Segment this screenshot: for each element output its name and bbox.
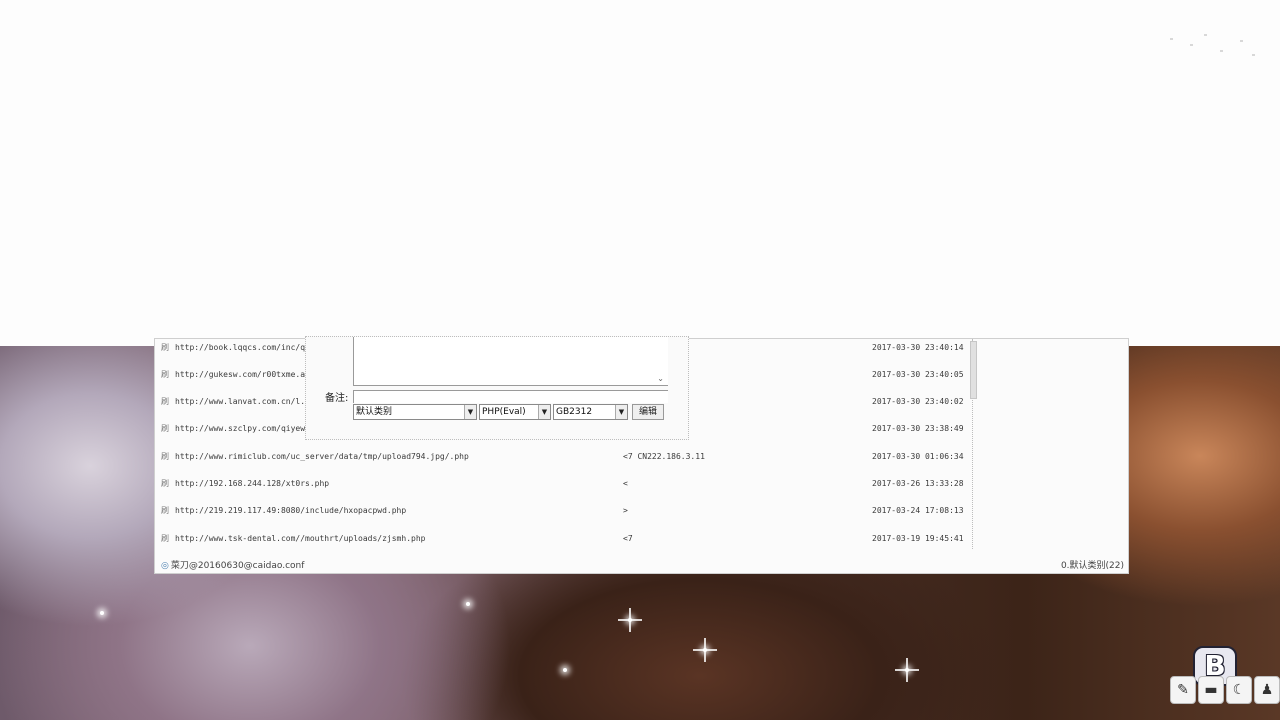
shell-url: http://book.lqqcs.com/inc/qxm: [175, 343, 315, 352]
shell-time: 2017-03-30 23:40:02: [872, 397, 964, 406]
star: [895, 658, 919, 682]
star: [466, 602, 470, 606]
noise-artifacts: [1160, 30, 1260, 70]
shell-icon: 刷: [161, 424, 169, 433]
status-bar-left: ◎ 菜刀@20160630@caidao.conf: [161, 558, 304, 571]
moon-icon[interactable]: ☾: [1226, 676, 1252, 704]
shell-icon: 刷: [161, 534, 169, 543]
encoding-select[interactable]: GB2312 ▼: [553, 404, 628, 420]
shell-ip: <7: [623, 534, 633, 543]
terminal-icon[interactable]: ▬: [1198, 676, 1224, 704]
star: [693, 638, 717, 662]
list-item[interactable]: 刷 http://www.rimiclub.com/uc_server/data/…: [161, 449, 971, 465]
washed-out-screen-area: [0, 0, 1280, 346]
shell-url: http://www.szclpy.com/qiyewen: [175, 424, 315, 433]
list-item[interactable]: 刷 http://192.168.244.128/xt0rs.php <2017-0…: [161, 476, 971, 492]
remark-input[interactable]: [353, 390, 668, 403]
shell-ip: <: [623, 479, 628, 488]
shell-ip: <7 CN222.186.3.11: [623, 452, 705, 461]
shell-icon: 刷: [161, 479, 169, 488]
note-icon[interactable]: ✎: [1170, 676, 1196, 704]
list-item[interactable]: 刷 http://219.219.117.49:8080/include/hxop…: [161, 503, 971, 519]
shell-time: 2017-03-30 23:40:05: [872, 370, 964, 379]
category-select[interactable]: 默认类别 ▼: [353, 404, 477, 420]
shell-time: 2017-03-30 01:06:34: [872, 452, 964, 461]
shell-url: http://www.tsk-dental.com//mouthrt/uploa…: [175, 534, 426, 543]
remark-label: 备注:: [325, 393, 349, 404]
star: [563, 668, 567, 672]
shell-time: 2017-03-19 19:45:41: [872, 534, 964, 543]
dropdown-arrow-icon: ▼: [538, 405, 550, 419]
shell-time: 2017-03-30 23:38:49: [872, 424, 964, 433]
scroll-down-icon[interactable]: ⌄: [657, 374, 664, 383]
category-select-value: 默认类别: [356, 407, 393, 417]
shell-url: http://219.219.117.49:8080/include/hxopa…: [175, 506, 407, 515]
shell-icon: 刷: [161, 452, 169, 461]
list-scrollbar-thumb[interactable]: [970, 341, 977, 399]
shell-time: 2017-03-24 17:08:13: [872, 506, 964, 515]
star: [100, 611, 104, 615]
shell-icon: 刷: [161, 370, 169, 379]
shell-time: 2017-03-26 13:33:28: [872, 479, 964, 488]
list-item[interactable]: 刷 http://www.tsk-dental.com//mouthrt/uplo…: [161, 531, 971, 547]
edit-shell-dialog: ⌄ 备注: 默认类别 ▼ PHP(Eval) ▼ GB2312 ▼ 编辑: [305, 336, 689, 440]
shell-icon: 刷: [161, 506, 169, 515]
shell-ip: >: [623, 506, 628, 515]
dropdown-arrow-icon: ▼: [615, 405, 627, 419]
shell-url: http://www.rimiclub.com/uc_server/data/t…: [175, 452, 469, 461]
shell-url: http://www.lanvat.com.cn/l.ph: [175, 397, 315, 406]
config-textarea[interactable]: ⌄: [353, 337, 668, 386]
status-bar-category[interactable]: 0.默认类别(22): [1061, 558, 1124, 571]
dropdown-arrow-icon: ▼: [464, 405, 476, 419]
shell-icon: 刷: [161, 397, 169, 406]
status-left-text: 菜刀@20160630@caidao.conf: [170, 561, 305, 571]
star: [618, 608, 642, 632]
shirt-icon[interactable]: ♟: [1254, 676, 1280, 704]
script-type-select-value: PHP(Eval): [482, 407, 526, 417]
shell-url: http://192.168.244.128/xt0rs.php: [175, 479, 330, 488]
script-type-select[interactable]: PHP(Eval) ▼: [479, 404, 551, 420]
globe-icon: ◎: [161, 561, 169, 571]
edit-button[interactable]: 编辑: [632, 404, 664, 420]
shell-url: http://gukesw.com/r00txme.as: [175, 370, 310, 379]
shell-time: 2017-03-30 23:40:14: [872, 343, 964, 352]
encoding-select-value: GB2312: [556, 407, 593, 417]
shell-icon: 刷: [161, 343, 169, 352]
